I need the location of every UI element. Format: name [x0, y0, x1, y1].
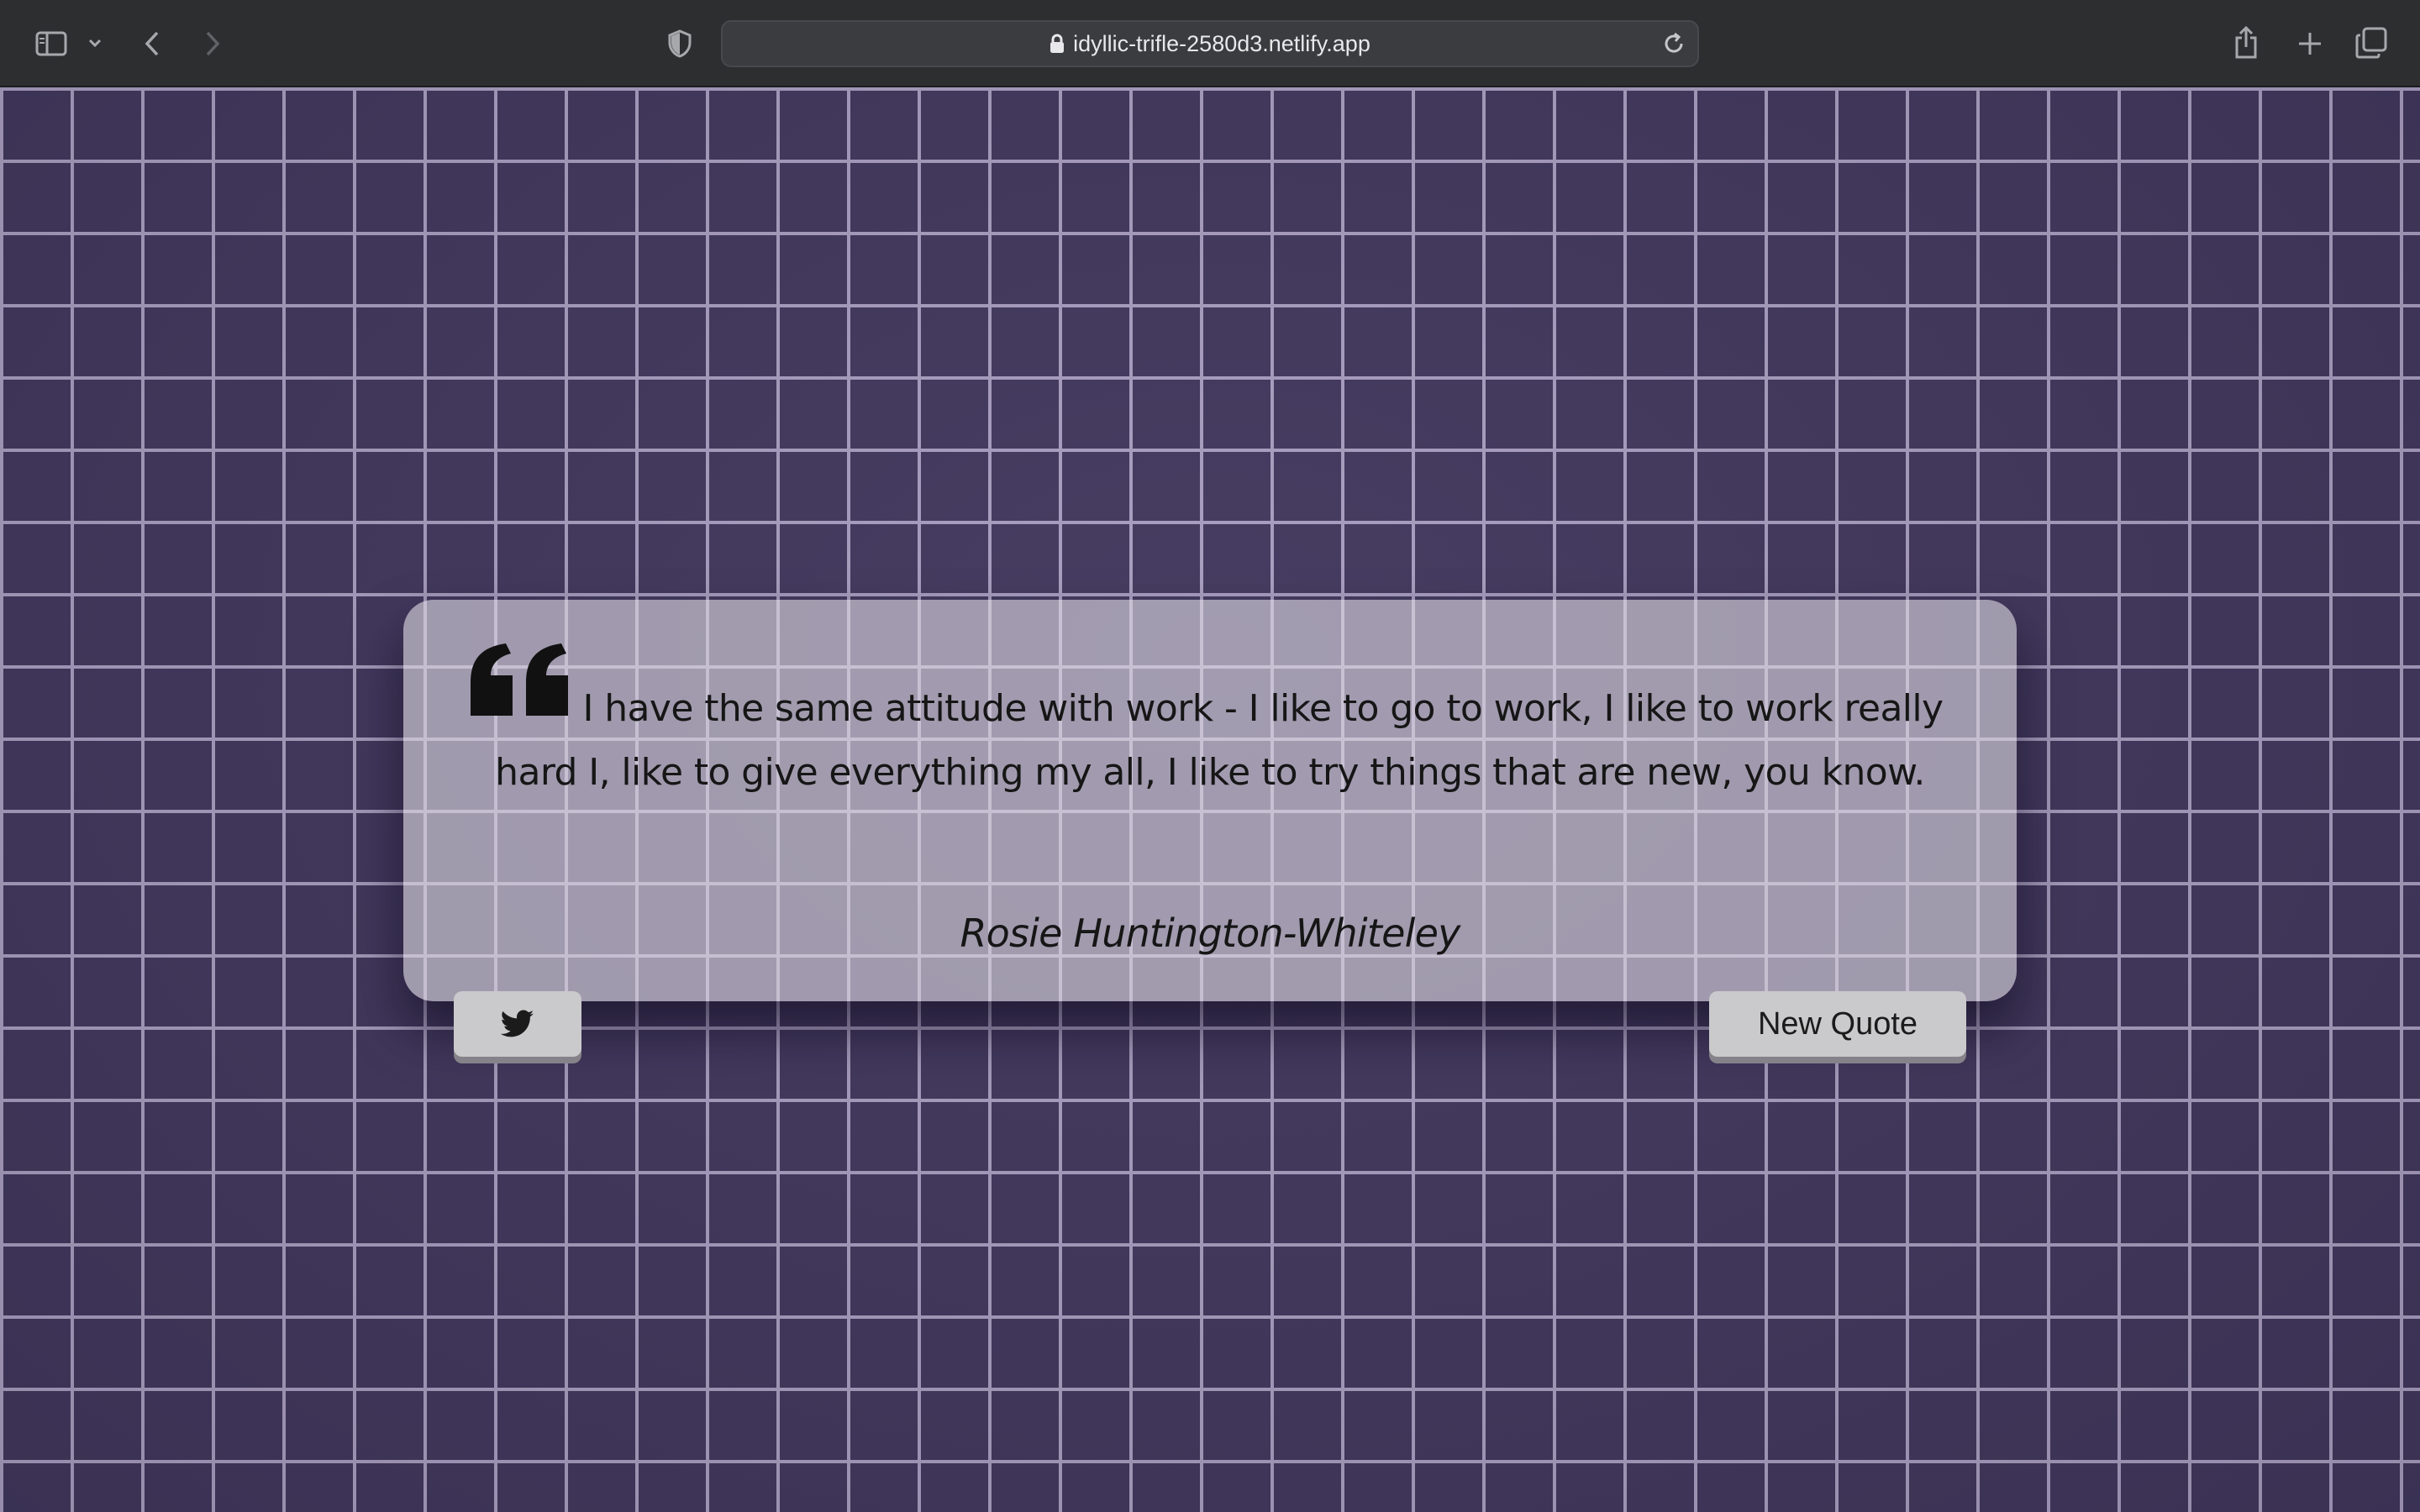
- address-bar[interactable]: idyllic-trifle-2580d3.netlify.app: [721, 20, 1699, 67]
- browser-toolbar: idyllic-trifle-2580d3.netlify.app: [0, 0, 2420, 87]
- quote-text: I have the same attitude with work - I l…: [495, 687, 1944, 794]
- page-background: I have the same attitude with work - I l…: [0, 87, 2420, 1512]
- share-icon[interactable]: [2230, 24, 2262, 62]
- shield-icon[interactable]: [666, 27, 694, 60]
- reload-icon[interactable]: [1662, 32, 1686, 59]
- chevron-right-icon: [206, 31, 220, 56]
- new-tab-button[interactable]: [2294, 27, 2326, 60]
- chevron-left-icon: [145, 31, 159, 56]
- quote-card: I have the same attitude with work - I l…: [403, 600, 2017, 1057]
- twitter-icon: [501, 1010, 534, 1037]
- quote-card-content: I have the same attitude with work - I l…: [403, 600, 2017, 1057]
- url-text: idyllic-trifle-2580d3.netlify.app: [1073, 30, 1370, 56]
- forward-button[interactable]: [198, 27, 227, 60]
- sidebar-icon[interactable]: [34, 27, 69, 60]
- quote-author: Rosie Huntington-Whiteley: [960, 911, 1460, 956]
- chevron-down-icon[interactable]: [86, 30, 104, 55]
- lock-icon: [1050, 34, 1065, 53]
- tabs-icon[interactable]: [2354, 25, 2388, 60]
- back-button[interactable]: [138, 27, 166, 60]
- new-quote-button[interactable]: New Quote: [1709, 991, 1966, 1057]
- tweet-button[interactable]: [454, 991, 581, 1057]
- plus-icon: [2299, 33, 2321, 55]
